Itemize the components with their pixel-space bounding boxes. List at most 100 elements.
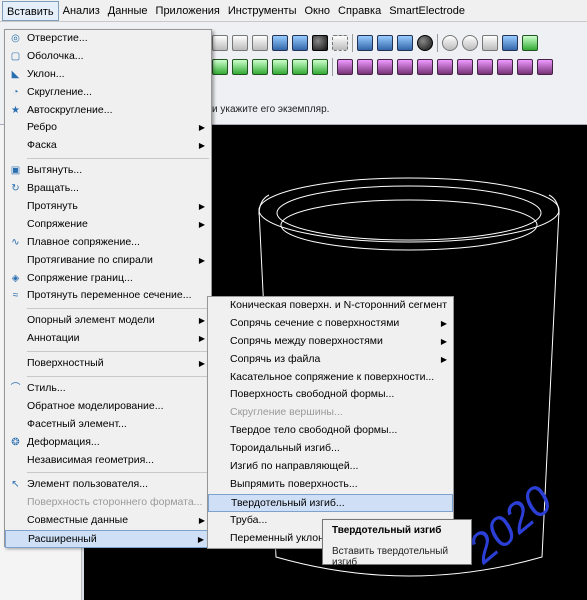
find-icon[interactable] (312, 35, 328, 51)
copy-icon[interactable] (212, 35, 228, 51)
refit-icon[interactable] (482, 35, 498, 51)
advanced-submenu: Коническая поверхн. и N-сторонний сегмен… (207, 296, 454, 549)
menu-item[interactable]: ⌒ Стиль... (5, 380, 211, 398)
menu-item-label: Аннотации (27, 332, 80, 345)
menu-item[interactable]: Поверхность свободной формы... (208, 386, 453, 404)
menubar-item[interactable]: Справка (334, 1, 385, 21)
menu-item[interactable]: ◣ Уклон... (5, 66, 211, 84)
view-cube-4-icon[interactable] (272, 59, 288, 75)
menu-item[interactable]: Фасетный элемент... (5, 416, 211, 434)
electrode-tool-7-icon[interactable] (457, 59, 473, 75)
menu-item[interactable]: Коническая поверхн. и N-сторонний сегмен… (208, 297, 453, 315)
menu-item[interactable]: ★ Автоскругление... (5, 102, 211, 120)
axis-icon[interactable] (377, 35, 393, 51)
menu-item-label: Твердотельный изгиб... (231, 496, 345, 509)
menu-item[interactable]: Опорный элемент модели ▶ (5, 312, 211, 330)
model-fillet-edge-right (548, 194, 560, 216)
electrode-tool-2-icon[interactable] (357, 59, 373, 75)
menu-item[interactable]: ❂ Деформация... (5, 434, 211, 452)
sketch-icon[interactable] (357, 35, 373, 51)
menu-item[interactable]: Аннотации ▶ (5, 330, 211, 348)
select-box-icon[interactable] (332, 35, 348, 51)
menu-separator (27, 308, 209, 310)
menu-item[interactable]: ∿ Плавное сопряжение... (5, 234, 211, 252)
menu-item-label: Фаска (27, 139, 57, 152)
boundary-blend-icon: ◈ (11, 272, 20, 284)
menu-item-label: Оболочка... (27, 49, 84, 62)
menubar-item[interactable]: SmartElectrode (385, 1, 469, 21)
regenerate-manager-icon[interactable] (292, 35, 308, 51)
electrode-tool-6-icon[interactable] (437, 59, 453, 75)
view-cube-3-icon[interactable] (252, 59, 268, 75)
warp-icon: ❂ (11, 436, 20, 448)
menu-item[interactable]: ◈ Сопряжение границ... (5, 270, 211, 288)
electrode-tool-3-icon[interactable] (377, 59, 393, 75)
electrode-tool-10-icon[interactable] (517, 59, 533, 75)
menu-item-label: Протянуть (27, 200, 78, 213)
menubar-item[interactable]: Анализ (59, 1, 104, 21)
menu-item[interactable]: Протянуть ▶ (5, 198, 211, 216)
menu-item[interactable]: ◎ Отверстие... (5, 30, 211, 48)
model-top-outer-edge (258, 177, 560, 243)
menubar-item[interactable]: Приложения (152, 1, 224, 21)
menu-item[interactable]: Сопрячь из файла ▶ (208, 351, 453, 369)
menu-item-label: Поверхностный (27, 357, 104, 370)
menu-item[interactable]: ≈ Протянуть переменное сечение... (5, 287, 211, 305)
menu-item[interactable]: Расширенный ▶ (5, 530, 211, 549)
menu-item[interactable]: Ребро ▶ (5, 119, 211, 137)
menu-item[interactable]: Тороидальный изгиб... (208, 440, 453, 458)
paste-icon[interactable] (232, 35, 248, 51)
menu-item[interactable]: Твердотельный изгиб... (208, 493, 453, 512)
menu-item-label: Стиль... (27, 382, 66, 395)
menubar-item[interactable]: Вставить (2, 0, 59, 21)
electrode-tool-1-icon[interactable] (337, 59, 353, 75)
menu-item[interactable]: Сопряжение ▶ (5, 216, 211, 234)
menu-bar: Вставить Анализ Данные Приложения Инструмент… (0, 0, 587, 22)
electrode-tool-8-icon[interactable] (477, 59, 493, 75)
menu-item[interactable]: ◔ Скругление... (5, 84, 211, 102)
electrode-tool-9-icon[interactable] (497, 59, 513, 75)
datum-point-icon[interactable] (397, 35, 413, 51)
swept-blend-icon: ∿ (11, 236, 20, 248)
submenu-arrow-icon: ▶ (198, 255, 205, 265)
electrode-tool-4-icon[interactable] (397, 59, 413, 75)
view-cube-5-icon[interactable] (292, 59, 308, 75)
menu-item[interactable]: Сопрячь между поверхностями ▶ (208, 333, 453, 351)
menu-item[interactable]: Фаска ▶ (5, 137, 211, 155)
menu-item[interactable]: Выпрямить поверхность... (208, 476, 453, 494)
electrode-tool-5-icon[interactable] (417, 59, 433, 75)
orient-icon[interactable] (502, 35, 518, 51)
menubar-item[interactable]: Окно (300, 1, 334, 21)
menu-item[interactable]: ↖ Элемент пользователя... (5, 476, 211, 494)
menu-item[interactable]: Протягивание по спирали ▶ (5, 252, 211, 270)
menu-item[interactable]: ▢ Оболочка... (5, 48, 211, 66)
menubar-item[interactable]: Данные (104, 1, 152, 21)
view-cube-1-icon[interactable] (212, 59, 228, 75)
shading-icon[interactable] (417, 35, 433, 51)
menu-item[interactable]: ▣ Вытянуть... (5, 162, 211, 180)
zoom-in-icon[interactable] (442, 35, 458, 51)
menu-item-label: Фасетный элемент... (27, 417, 127, 430)
electrode-tool-11-icon[interactable] (537, 59, 553, 75)
menu-item[interactable]: Изгиб по направляющей... (208, 458, 453, 476)
menu-item-label: Твердое тело свободной формы... (230, 424, 398, 437)
menubar-item[interactable]: Инструменты (224, 1, 301, 21)
menu-item[interactable]: Независимая геометрия... (5, 452, 211, 470)
view-cube-2-icon[interactable] (232, 59, 248, 75)
menu-item-label: Протянуть переменное сечение... (27, 289, 192, 302)
submenu-arrow-icon: ▶ (440, 336, 447, 346)
submenu-arrow-icon: ▶ (197, 535, 204, 545)
menu-item[interactable]: Касательное сопряжение к поверхности... (208, 369, 453, 387)
view-cube-6-icon[interactable] (312, 59, 328, 75)
menu-item[interactable]: Совместные данные ▶ (5, 512, 211, 530)
hole-icon: ◎ (11, 33, 20, 44)
zoom-out-icon[interactable] (462, 35, 478, 51)
menu-item[interactable]: Поверхностный ▶ (5, 355, 211, 373)
regenerate-icon[interactable] (272, 35, 288, 51)
menu-item[interactable]: Обратное моделирование... (5, 398, 211, 416)
menu-item[interactable]: ↻ Вращать... (5, 180, 211, 198)
menu-item[interactable]: Твердое тело свободной формы... (208, 422, 453, 440)
datum-plane-icon[interactable] (522, 35, 538, 51)
paste-special-icon[interactable] (252, 35, 268, 51)
menu-item[interactable]: Сопрячь сечение с поверхностями ▶ (208, 315, 453, 333)
